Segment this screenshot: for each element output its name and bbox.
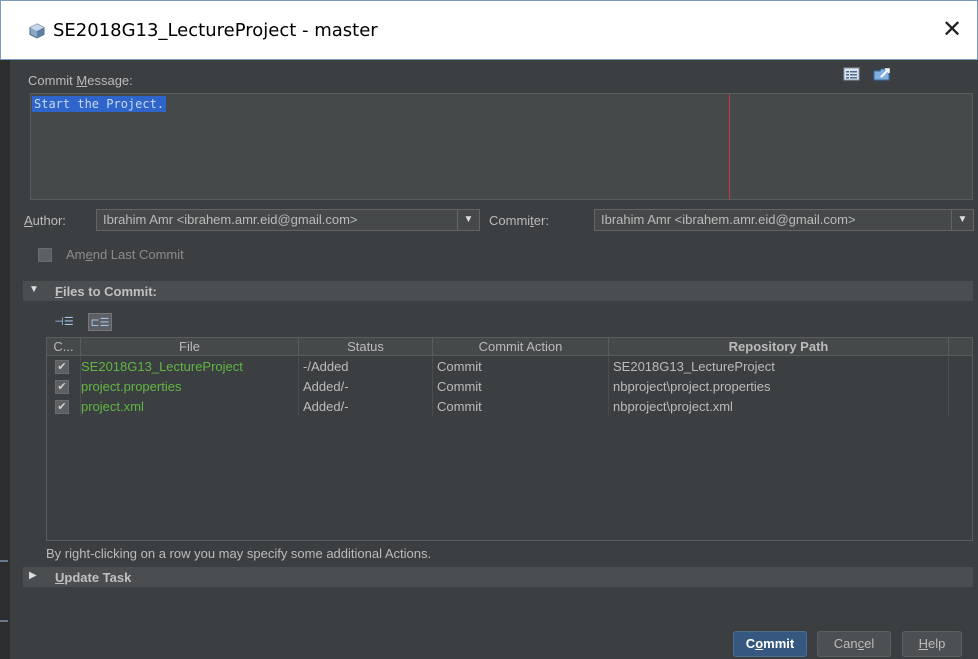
row-checkbox-cell[interactable]: ✔ <box>47 357 81 377</box>
window-title-bar: SE2018G13_LectureProject - master ✕ <box>0 0 978 60</box>
table-row[interactable]: ✔ SE2018G13_LectureProject -/Added Commi… <box>47 357 972 377</box>
edge-mark <box>0 620 8 622</box>
files-table: C... File Status Commit Action Repositor… <box>46 337 973 541</box>
author-combobox[interactable]: Ibrahim Amr <ibrahem.amr.eid@gmail.com> … <box>96 209 480 231</box>
table-row[interactable]: ✔ project.xml Added/- Commit nbproject\p… <box>47 397 972 417</box>
column-header-commit[interactable]: C... <box>47 338 81 356</box>
tree-view-icon[interactable]: ⊣☰ <box>54 313 74 331</box>
column-header-repository-path[interactable]: Repository Path <box>609 338 949 356</box>
commit-dialog-content: Commit Message: Start the Project. Autho… <box>10 60 978 659</box>
edge-mark <box>0 560 8 562</box>
commit-message-textarea[interactable]: Start the Project. <box>30 93 973 200</box>
column-header-status[interactable]: Status <box>299 338 433 356</box>
update-task-label: Update Task <box>55 570 132 585</box>
repository-path: nbproject\project.properties <box>609 377 949 397</box>
cancel-button[interactable]: Cancel <box>817 631 891 657</box>
flat-list-view-icon[interactable]: ⊏☰ <box>88 313 112 331</box>
checkmark-icon[interactable]: ✔ <box>55 360 69 374</box>
file-status: Added/- <box>299 397 433 417</box>
message-toolbar <box>842 65 902 85</box>
netbeans-cube-icon <box>29 23 45 39</box>
file-name: SE2018G13_LectureProject <box>81 357 299 377</box>
commit-message-label: Commit Message: <box>28 73 133 88</box>
column-header-file[interactable]: File <box>81 338 299 356</box>
author-label: Author: <box>24 213 66 228</box>
background-window-edge <box>0 60 10 659</box>
file-name: project.xml <box>81 397 299 417</box>
file-status: Added/- <box>299 377 433 397</box>
commit-action: Commit <box>433 377 609 397</box>
table-row[interactable]: ✔ project.properties Added/- Commit nbpr… <box>47 377 972 397</box>
close-button[interactable]: ✕ <box>937 15 967 45</box>
collapsed-triangle-icon: ▶ <box>29 570 37 581</box>
committer-label: Commiter: <box>489 213 549 228</box>
repository-path: SE2018G13_LectureProject <box>609 357 949 377</box>
amend-checkbox[interactable] <box>38 248 52 262</box>
chevron-down-icon[interactable]: ▼ <box>951 210 973 230</box>
chevron-down-icon[interactable]: ▼ <box>457 210 479 230</box>
row-checkbox-cell[interactable]: ✔ <box>47 397 81 417</box>
commit-message-text: Start the Project. <box>32 96 167 112</box>
help-button[interactable]: Help <box>902 631 962 657</box>
window-title: SE2018G13_LectureProject - master <box>53 20 378 41</box>
row-checkbox-cell[interactable]: ✔ <box>47 377 81 397</box>
files-to-commit-label: Files to Commit: <box>55 284 157 299</box>
load-template-icon[interactable] <box>872 65 892 83</box>
checkmark-icon[interactable]: ✔ <box>55 400 69 414</box>
file-status: -/Added <box>299 357 433 377</box>
expand-triangle-icon: ▼ <box>29 284 39 295</box>
column-header-commit-action[interactable]: Commit Action <box>433 338 609 356</box>
amend-label: Amend Last Commit <box>66 247 184 262</box>
repository-path: nbproject\project.xml <box>609 397 949 417</box>
files-to-commit-header[interactable]: ▼ Files to Commit: <box>23 281 973 301</box>
committer-combobox[interactable]: Ibrahim Amr <ibrahem.amr.eid@gmail.com> … <box>594 209 974 231</box>
table-hint: By right-clicking on a row you may speci… <box>46 546 432 561</box>
commit-action: Commit <box>433 397 609 417</box>
update-task-header[interactable]: ▶ Update Task <box>23 567 973 587</box>
file-name: project.properties <box>81 377 299 397</box>
commit-action: Commit <box>433 357 609 377</box>
committer-value: Ibrahim Amr <ibrahem.amr.eid@gmail.com> <box>601 212 856 227</box>
table-header: C... File Status Commit Action Repositor… <box>47 338 972 356</box>
author-value: Ibrahim Amr <ibrahem.amr.eid@gmail.com> <box>103 212 358 227</box>
checkmark-icon[interactable]: ✔ <box>55 380 69 394</box>
right-margin-line <box>729 94 730 199</box>
commit-button[interactable]: Commit <box>733 631 807 657</box>
recent-messages-icon[interactable] <box>842 65 862 83</box>
